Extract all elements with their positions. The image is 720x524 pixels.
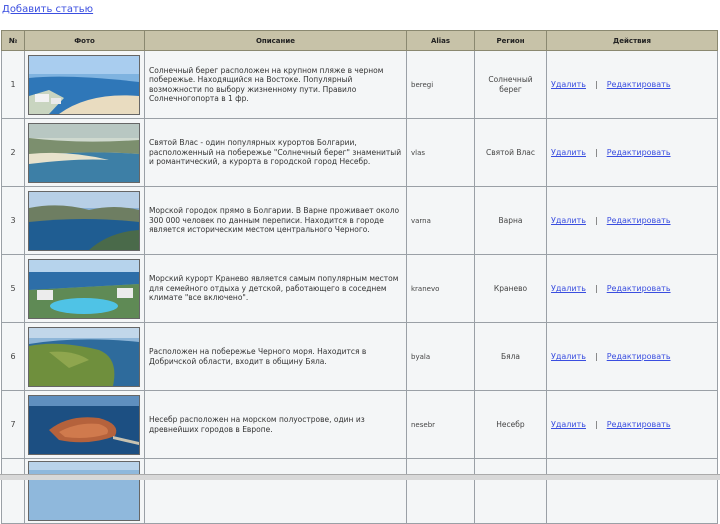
region-cell: Варна <box>474 186 547 255</box>
edit-link[interactable]: Редактировать <box>607 216 671 225</box>
table-row: 6 Расположен на побережье Черного моря. Н… <box>1 322 718 391</box>
region-cell: Бяла <box>474 322 547 391</box>
alias-cell: byala <box>406 322 475 391</box>
bay-cityscape-image <box>28 190 140 251</box>
row-number: 3 <box>1 186 25 255</box>
row-number <box>1 458 25 524</box>
table-row: 2 Святой Влас - один популярных курортов … <box>1 118 718 187</box>
row-number: 1 <box>1 50 25 119</box>
alias-cell: beregi <box>406 50 475 119</box>
action-separator: | <box>595 216 598 225</box>
action-separator: | <box>595 80 598 89</box>
table-header-row: № Фото Описание Alias Регион Действия <box>1 30 718 51</box>
edit-link[interactable]: Редактировать <box>607 284 671 293</box>
photo-cell <box>24 458 145 524</box>
table-row: 3 Морской городок прямо в Болгарии. В Вар… <box>1 186 718 255</box>
resort-pool-image <box>28 258 140 319</box>
edit-link[interactable]: Редактировать <box>607 80 671 89</box>
articles-table: № Фото Описание Alias Регион Действия 1 С… <box>1 30 718 524</box>
description-cell: Морский курорт Кранево является самым по… <box>144 254 407 323</box>
row-number: 5 <box>1 254 25 323</box>
column-header-region[interactable]: Регион <box>474 30 547 51</box>
actions-cell: Удалить | Редактировать <box>546 186 718 255</box>
actions-cell: Удалить | Редактировать <box>546 50 718 119</box>
table-row: 7 Несебр расположен на морском полуостров… <box>1 390 718 459</box>
status-bar <box>0 474 720 480</box>
description-cell: Несебр расположен на морском полуострове… <box>144 390 407 459</box>
row-number: 7 <box>1 390 25 459</box>
actions-cell: Удалить | Редактировать <box>546 254 718 323</box>
green-cape-image <box>28 326 140 387</box>
delete-link[interactable]: Удалить <box>551 216 586 225</box>
edit-link[interactable]: Редактировать <box>607 148 671 157</box>
edit-link[interactable]: Редактировать <box>607 352 671 361</box>
description-cell: Солнечный берег расположен на крупном пл… <box>144 50 407 119</box>
actions-cell: Удалить | Редактировать <box>546 322 718 391</box>
coast-partial-image <box>28 461 140 521</box>
alias-cell: varna <box>406 186 475 255</box>
table-row: 1 Солнечный берег расположен на крупном п… <box>1 50 718 119</box>
table-row <box>1 458 718 524</box>
delete-link[interactable]: Удалить <box>551 352 586 361</box>
edit-link[interactable]: Редактировать <box>607 420 671 429</box>
coastal-bay-image <box>28 122 140 183</box>
region-cell <box>474 458 547 524</box>
region-cell: Святой Влас <box>474 118 547 187</box>
region-cell: Солнечный берег <box>474 50 547 119</box>
column-header-photo[interactable]: Фото <box>24 30 145 51</box>
coast-beach-resort-image <box>28 54 140 115</box>
table-row: 5 Морский курорт Кранево является самым п… <box>1 254 718 323</box>
column-header-description[interactable]: Описание <box>144 30 407 51</box>
column-header-alias[interactable]: Alias <box>406 30 475 51</box>
delete-link[interactable]: Удалить <box>551 80 586 89</box>
row-number: 2 <box>1 118 25 187</box>
region-cell: Кранево <box>474 254 547 323</box>
actions-cell <box>546 458 718 524</box>
column-header-actions[interactable]: Действия <box>546 30 718 51</box>
action-separator: | <box>595 148 598 157</box>
island-old-town-image <box>28 394 140 455</box>
actions-cell: Удалить | Редактировать <box>546 390 718 459</box>
photo-cell <box>24 186 145 255</box>
description-cell: Расположен на побережье Черного моря. На… <box>144 322 407 391</box>
add-article-link[interactable]: Добавить статью <box>2 4 93 15</box>
alias-cell: nesebr <box>406 390 475 459</box>
photo-cell <box>24 322 145 391</box>
actions-cell: Удалить | Редактировать <box>546 118 718 187</box>
alias-cell <box>406 458 475 524</box>
action-separator: | <box>595 352 598 361</box>
column-header-number[interactable]: № <box>1 30 25 51</box>
photo-cell <box>24 50 145 119</box>
delete-link[interactable]: Удалить <box>551 284 586 293</box>
action-separator: | <box>595 284 598 293</box>
description-cell: Святой Влас - один популярных курортов Б… <box>144 118 407 187</box>
alias-cell: vlas <box>406 118 475 187</box>
row-number: 6 <box>1 322 25 391</box>
delete-link[interactable]: Удалить <box>551 420 586 429</box>
photo-cell <box>24 254 145 323</box>
description-cell <box>144 458 407 524</box>
photo-cell <box>24 390 145 459</box>
photo-cell <box>24 118 145 187</box>
alias-cell: kranevo <box>406 254 475 323</box>
delete-link[interactable]: Удалить <box>551 148 586 157</box>
description-cell: Морской городок прямо в Болгарии. В Варн… <box>144 186 407 255</box>
action-separator: | <box>595 420 598 429</box>
region-cell: Несебр <box>474 390 547 459</box>
